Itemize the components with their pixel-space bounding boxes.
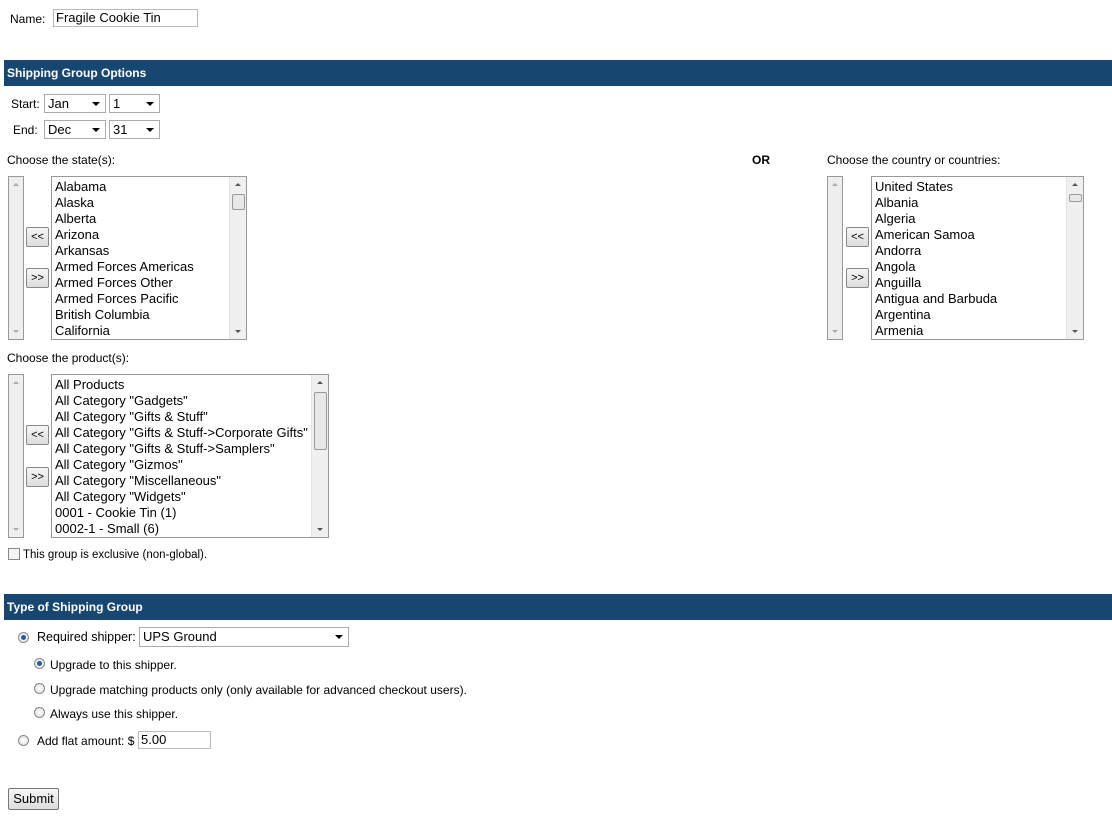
shipper-select[interactable]: UPS Ground: [139, 627, 349, 647]
end-label: End:: [13, 123, 38, 137]
list-item[interactable]: 0002-1 - Small (6): [55, 521, 308, 537]
list-item[interactable]: Arkansas: [55, 243, 194, 259]
list-item[interactable]: All Category "Gifts & Stuff": [55, 409, 308, 425]
exclusive-label: This group is exclusive (non-global).: [23, 549, 208, 561]
products-list[interactable]: All Products All Category "Gadgets" All Ca…: [51, 374, 329, 538]
add-state-button[interactable]: >>: [26, 268, 49, 288]
type-of-shipping-group-header: Type of Shipping Group: [4, 594, 1112, 620]
selected-countries-scrollbar[interactable]: [827, 176, 843, 340]
upgrade-shipper-radio[interactable]: [34, 658, 45, 669]
list-item[interactable]: United States: [875, 179, 997, 195]
end-month-value: Dec: [48, 122, 72, 137]
countries-items: United States Albania Algeria American Samo…: [875, 179, 997, 339]
list-item[interactable]: All Category "Gifts & Stuff->Samplers": [55, 441, 308, 457]
add-product-button[interactable]: >>: [26, 467, 49, 487]
list-item[interactable]: American Samoa: [875, 227, 997, 243]
list-item[interactable]: All Products: [55, 377, 308, 393]
start-day-value: 1: [113, 96, 121, 111]
list-item[interactable]: Albania: [875, 195, 997, 211]
shipper-value: UPS Ground: [143, 629, 217, 644]
chevron-down-icon: [335, 635, 343, 639]
always-use-label: Always use this shipper.: [50, 707, 179, 721]
list-item[interactable]: Arizona: [55, 227, 194, 243]
required-shipper-label: Required shipper:: [37, 630, 136, 644]
exclusive-checkbox[interactable]: [8, 548, 20, 560]
end-month-select[interactable]: Dec: [44, 120, 106, 139]
list-item[interactable]: Andorra: [875, 243, 997, 259]
chevron-down-icon: [92, 102, 100, 106]
states-scrollbar[interactable]: [229, 177, 246, 339]
upgrade-matching-radio[interactable]: [34, 683, 45, 694]
flat-amount-radio[interactable]: [18, 735, 29, 746]
list-item[interactable]: All Category "Gifts & Stuff->Corporate G…: [55, 425, 308, 441]
list-item[interactable]: British Columbia: [55, 307, 194, 323]
countries-label: Choose the country or countries:: [827, 153, 1001, 167]
start-label: Start:: [11, 97, 40, 111]
chevron-down-icon: [146, 128, 154, 132]
chevron-down-icon: [146, 102, 154, 106]
upgrade-shipper-label: Upgrade to this shipper.: [50, 658, 177, 672]
states-list[interactable]: Alabama Alaska Alberta Arizona Arkansas Armed…: [51, 176, 247, 340]
products-label: Choose the product(s):: [7, 351, 130, 365]
remove-country-button[interactable]: <<: [846, 227, 869, 247]
remove-product-button[interactable]: <<: [26, 425, 49, 445]
selected-products-scrollbar[interactable]: [8, 374, 24, 538]
states-label: Choose the state(s):: [7, 153, 116, 167]
countries-scrollbar[interactable]: [1066, 177, 1083, 339]
add-country-button[interactable]: >>: [846, 268, 869, 288]
or-label: OR: [752, 153, 770, 167]
list-item[interactable]: Armed Forces Other: [55, 275, 194, 291]
list-item[interactable]: Alabama: [55, 179, 194, 195]
submit-button[interactable]: Submit: [8, 788, 59, 810]
list-item[interactable]: All Category "Gadgets": [55, 393, 308, 409]
remove-state-button[interactable]: <<: [26, 227, 49, 247]
end-day-select[interactable]: 31: [109, 120, 160, 139]
products-items: All Products All Category "Gadgets" All Ca…: [55, 377, 308, 537]
name-input[interactable]: Fragile Cookie Tin: [53, 9, 198, 27]
required-shipper-radio[interactable]: [18, 632, 29, 643]
list-item[interactable]: Alaska: [55, 195, 194, 211]
list-item[interactable]: All Category "Gizmos": [55, 457, 308, 473]
list-item[interactable]: Argentina: [875, 307, 997, 323]
name-label: Name:: [10, 12, 46, 26]
end-day-value: 31: [113, 122, 128, 137]
list-item[interactable]: Alberta: [55, 211, 194, 227]
list-item[interactable]: Algeria: [875, 211, 997, 227]
list-item[interactable]: Angola: [875, 259, 997, 275]
upgrade-matching-label: Upgrade matching products only (only ava…: [50, 683, 467, 697]
list-item[interactable]: California: [55, 323, 194, 339]
start-day-select[interactable]: 1: [109, 94, 160, 113]
list-item[interactable]: All Category "Miscellaneous": [55, 473, 308, 489]
list-item[interactable]: Armed Forces Pacific: [55, 291, 194, 307]
states-items: Alabama Alaska Alberta Arizona Arkansas Armed…: [55, 179, 194, 339]
shipping-group-options-header: Shipping Group Options: [4, 60, 1112, 86]
start-month-select[interactable]: Jan: [44, 94, 106, 113]
products-scrollbar[interactable]: [311, 375, 328, 537]
flat-amount-label: Add flat amount: $: [37, 734, 135, 748]
list-item[interactable]: All Category "Widgets": [55, 489, 308, 505]
countries-list[interactable]: United States Albania Algeria American Samo…: [871, 176, 1084, 340]
list-item[interactable]: 0001 - Cookie Tin (1): [55, 505, 308, 521]
selected-states-scrollbar[interactable]: [8, 176, 24, 340]
start-month-value: Jan: [48, 96, 69, 111]
list-item[interactable]: Armenia: [875, 323, 997, 339]
flat-amount-input[interactable]: 5.00: [138, 731, 211, 749]
chevron-down-icon: [92, 128, 100, 132]
list-item[interactable]: Antigua and Barbuda: [875, 291, 997, 307]
list-item[interactable]: Armed Forces Americas: [55, 259, 194, 275]
list-item[interactable]: Anguilla: [875, 275, 997, 291]
always-use-radio[interactable]: [34, 707, 45, 718]
